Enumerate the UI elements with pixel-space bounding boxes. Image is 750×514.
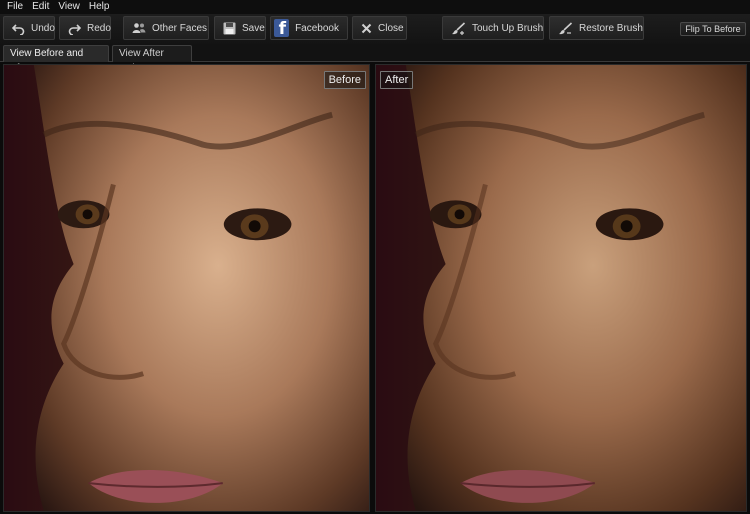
toolbar: Undo Redo Other Faces Save f Facebook Cl… (0, 14, 750, 44)
tab-view-before-and-after[interactable]: View Before and After (3, 45, 109, 74)
undo-button[interactable]: Undo (3, 16, 55, 40)
faces-icon (132, 23, 146, 33)
facebook-icon: f (274, 19, 290, 38)
close-label: Close (378, 22, 404, 34)
menu-help[interactable]: Help (86, 0, 116, 14)
brush-icon (452, 21, 466, 35)
save-button[interactable]: Save (214, 16, 266, 40)
before-image-panel[interactable]: Before (3, 64, 370, 512)
flip-to-before-button[interactable]: Flip To Before (680, 22, 746, 36)
tab-view-after-only[interactable]: View After Only (112, 45, 192, 74)
facebook-label: Facebook (295, 22, 339, 34)
save-icon (223, 22, 236, 34)
after-image-panel[interactable]: After (375, 64, 747, 512)
before-photo (4, 65, 369, 511)
undo-icon (12, 23, 25, 35)
redo-icon (68, 23, 81, 35)
close-button[interactable]: Close (352, 16, 407, 40)
restore-brush-label: Restore Brush (579, 22, 643, 34)
other-faces-label: Other Faces (152, 22, 208, 34)
undo-label: Undo (31, 22, 55, 34)
touch-up-brush-button[interactable]: Touch Up Brush (442, 16, 544, 40)
facebook-button[interactable]: f Facebook (270, 16, 348, 40)
menu-file[interactable]: File (4, 0, 29, 14)
before-label: Before (323, 71, 366, 89)
save-label: Save (242, 22, 265, 34)
menu-view[interactable]: View (55, 0, 86, 14)
after-photo (376, 65, 746, 511)
menu-bar: File Edit View Help (0, 0, 750, 14)
close-icon (361, 23, 372, 33)
restore-brush-icon (559, 21, 573, 34)
touch-up-brush-label: Touch Up Brush (472, 22, 544, 34)
menu-edit[interactable]: Edit (29, 0, 55, 14)
restore-brush-button[interactable]: Restore Brush (549, 16, 644, 40)
other-faces-button[interactable]: Other Faces (123, 16, 209, 40)
redo-button[interactable]: Redo (59, 16, 111, 40)
after-label: After (380, 71, 414, 89)
view-tabs: View Before and After View After Only (0, 44, 750, 74)
redo-label: Redo (87, 22, 111, 34)
